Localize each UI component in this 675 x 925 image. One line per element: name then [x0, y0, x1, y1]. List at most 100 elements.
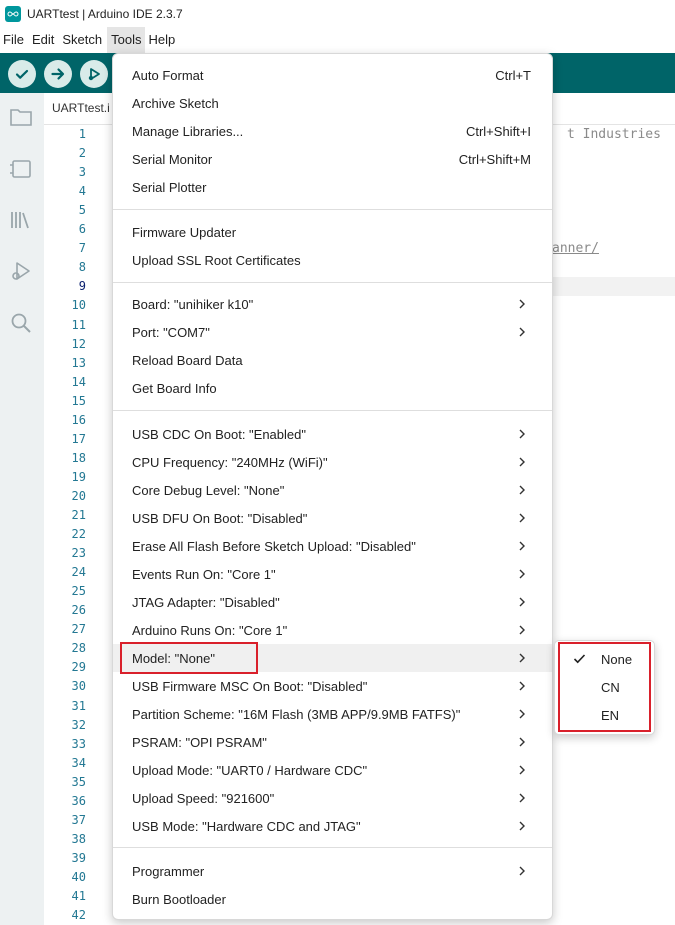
verify-button[interactable]: [8, 60, 36, 88]
line-number: 9: [78, 279, 86, 294]
upload-button[interactable]: [44, 60, 72, 88]
chevron-right-icon: [516, 483, 528, 497]
menu-item-label: JTAG Adapter: "Disabled": [132, 594, 280, 610]
menu-item-label: USB Firmware MSC On Boot: "Disabled": [132, 678, 368, 694]
menu-tools[interactable]: Tools: [107, 27, 146, 53]
menu-item-board-unihiker-k10[interactable]: Board: "unihiker k10": [113, 290, 552, 318]
chevron-right-icon: [516, 707, 528, 721]
line-number: 7: [78, 241, 86, 256]
code-fragment-line-1: t Industries: [567, 127, 661, 142]
menu-separator: [113, 209, 552, 210]
menu-item-label: Board: "unihiker k10": [132, 296, 254, 312]
menu-item-core-debug-level-none[interactable]: Core Debug Level: "None": [113, 476, 552, 504]
menu-item-label: CPU Frequency: "240MHz (WiFi)": [132, 454, 328, 470]
menu-separator: [113, 410, 552, 411]
menu-item-usb-firmware-msc-on-boot-disab[interactable]: USB Firmware MSC On Boot: "Disabled": [113, 672, 552, 700]
menu-item-programmer[interactable]: Programmer: [113, 857, 552, 885]
line-number: 33: [71, 736, 86, 751]
menu-item-shortcut: Ctrl+Shift+M: [458, 151, 531, 167]
chevron-right-icon: [516, 567, 528, 581]
line-number: 39: [71, 850, 86, 865]
menu-item-label: Upload SSL Root Certificates: [132, 252, 301, 268]
menu-item-cpu-frequency-240mhz-wifi[interactable]: CPU Frequency: "240MHz (WiFi)": [113, 448, 552, 476]
menu-item-usb-dfu-on-boot-disabled[interactable]: USB DFU On Boot: "Disabled": [113, 504, 552, 532]
menu-item-label: USB Mode: "Hardware CDC and JTAG": [132, 818, 361, 834]
menu-item-firmware-updater[interactable]: Firmware Updater: [113, 218, 552, 246]
search-icon[interactable]: [8, 310, 34, 336]
line-number: 10: [71, 298, 86, 313]
menu-item-psram-opi-psram[interactable]: PSRAM: "OPI PSRAM": [113, 728, 552, 756]
menu-item-events-run-on-core-1[interactable]: Events Run On: "Core 1": [113, 560, 552, 588]
highlight-box-model: [120, 642, 258, 674]
line-number: 32: [71, 717, 86, 732]
menu-item-label: Programmer: [132, 863, 205, 879]
line-number: 37: [71, 812, 86, 827]
menu-item-partition-scheme-16m-flash-3mb[interactable]: Partition Scheme: "16M Flash (3MB APP/9.…: [113, 700, 552, 728]
menu-item-label: Archive Sketch: [132, 95, 219, 111]
chevron-right-icon: [516, 297, 528, 311]
menu-item-label: USB DFU On Boot: "Disabled": [132, 510, 308, 526]
line-number-gutter: 1 2 3 4 5 6 7 8 9 10 11 12 13 14 15 16 17 18 19 20 21 22 23 24 2…: [44, 125, 114, 925]
line-number: 13: [71, 355, 86, 370]
menu-item-port-com7[interactable]: Port: "COM7": [113, 318, 552, 346]
library-icon[interactable]: [8, 207, 34, 233]
chevron-right-icon: [516, 735, 528, 749]
folder-icon[interactable]: [8, 104, 34, 130]
menu-item-arduino-runs-on-core-1[interactable]: Arduino Runs On: "Core 1": [113, 616, 552, 644]
line-number: 5: [78, 203, 86, 218]
menu-item-serial-plotter[interactable]: Serial Plotter: [113, 173, 552, 201]
line-number: 27: [71, 622, 86, 637]
menu-item-jtag-adapter-disabled[interactable]: JTAG Adapter: "Disabled": [113, 588, 552, 616]
chevron-right-icon: [516, 791, 528, 805]
line-number: 8: [78, 260, 86, 275]
menu-item-label: Erase All Flash Before Sketch Upload: "D…: [132, 538, 416, 554]
menu-item-upload-speed-921600[interactable]: Upload Speed: "921600": [113, 784, 552, 812]
menu-item-label: Auto Format: [132, 67, 204, 83]
menu-item-upload-mode-uart0-hardware-cdc[interactable]: Upload Mode: "UART0 / Hardware CDC": [113, 756, 552, 784]
menu-file[interactable]: File: [0, 27, 29, 53]
menu-item-usb-cdc-on-boot-enabled[interactable]: USB CDC On Boot: "Enabled": [113, 420, 552, 448]
menu-item-label: Get Board Info: [132, 380, 217, 396]
board-icon[interactable]: [8, 156, 34, 182]
tab-uarttest[interactable]: UARTtest.i: [52, 101, 110, 115]
menu-item-label: Port: "COM7": [132, 324, 210, 340]
line-number: 11: [71, 317, 86, 332]
menu-item-manage-libraries[interactable]: Manage Libraries... Ctrl+Shift+I: [113, 117, 552, 145]
menu-item-label: Reload Board Data: [132, 352, 243, 368]
line-number: 29: [71, 660, 86, 675]
line-number: 16: [71, 412, 86, 427]
line-number: 35: [71, 774, 86, 789]
arrow-right-icon: [51, 68, 65, 80]
menu-edit[interactable]: Edit: [29, 27, 59, 53]
chevron-right-icon: [516, 427, 528, 441]
menu-help[interactable]: Help: [145, 27, 180, 53]
line-number: 42: [71, 908, 86, 923]
menu-item-usb-mode-hardware-cdc-and-jtag[interactable]: USB Mode: "Hardware CDC and JTAG": [113, 812, 552, 840]
debug-icon[interactable]: [8, 258, 34, 284]
chevron-right-icon: [516, 864, 528, 878]
line-number: 25: [71, 584, 86, 599]
menu-item-erase-all-flash-before-sketch-[interactable]: Erase All Flash Before Sketch Upload: "D…: [113, 532, 552, 560]
menu-item-archive-sketch[interactable]: Archive Sketch: [113, 89, 552, 117]
line-number: 20: [71, 488, 86, 503]
menu-item-get-board-info[interactable]: Get Board Info: [113, 374, 552, 402]
menu-item-label: Arduino Runs On: "Core 1": [132, 622, 288, 638]
line-number: 2: [78, 146, 86, 161]
menu-item-shortcut: Ctrl+T: [495, 67, 531, 83]
menu-item-reload-board-data[interactable]: Reload Board Data: [113, 346, 552, 374]
line-number: 26: [71, 603, 86, 618]
activity-sidebar: [0, 93, 44, 925]
line-number: 3: [78, 165, 86, 180]
debug-button[interactable]: [80, 60, 108, 88]
chevron-right-icon: [516, 819, 528, 833]
menu-item-auto-format[interactable]: Auto Format Ctrl+T: [113, 61, 552, 89]
menu-separator: [113, 847, 552, 848]
chevron-right-icon: [516, 325, 528, 339]
menu-item-upload-ssl-root-certificates[interactable]: Upload SSL Root Certificates: [113, 246, 552, 274]
menu-item-burn-bootloader[interactable]: Burn Bootloader: [113, 885, 552, 913]
menu-item-label: Partition Scheme: "16M Flash (3MB APP/9.…: [132, 706, 461, 722]
line-number: 12: [71, 336, 86, 351]
menu-item-serial-monitor[interactable]: Serial Monitor Ctrl+Shift+M: [113, 145, 552, 173]
line-number: 4: [78, 184, 86, 199]
menu-sketch[interactable]: Sketch: [59, 27, 107, 53]
